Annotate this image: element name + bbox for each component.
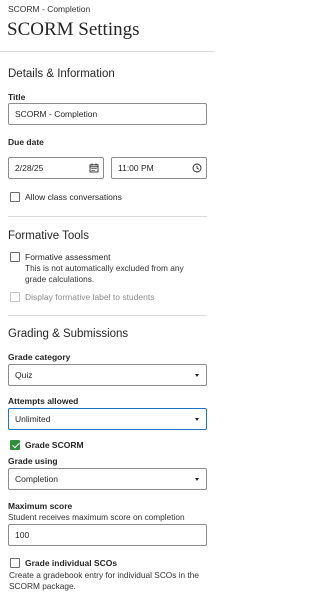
due-date-value: 2/28/25 xyxy=(15,163,44,173)
display-formative-label: Display formative label to students xyxy=(25,292,155,302)
grade-using-label: Grade using xyxy=(8,456,58,466)
attempts-allowed-select[interactable]: Unlimited xyxy=(8,408,207,430)
display-formative-label-checkbox[interactable] xyxy=(10,292,20,302)
calendar-icon[interactable] xyxy=(85,158,103,178)
formative-assessment-hint: This is not automatically excluded from … xyxy=(25,263,184,284)
page-title: SCORM Settings xyxy=(7,19,140,40)
due-date-label: Due date xyxy=(8,137,44,147)
title-label: Title xyxy=(8,92,26,102)
clock-icon[interactable] xyxy=(188,158,206,178)
attempts-allowed-value: Unlimited xyxy=(15,414,51,424)
grade-scorm-checkbox[interactable] xyxy=(10,440,20,450)
chevron-down-icon xyxy=(188,365,206,385)
section-divider xyxy=(8,315,207,316)
due-time-input[interactable]: 11:00 PM xyxy=(111,157,207,179)
grade-using-select[interactable]: Completion xyxy=(8,468,207,490)
grade-using-value: Completion xyxy=(15,474,58,484)
max-score-hint: Student receives maximum score on comple… xyxy=(8,512,185,522)
section-title-formative: Formative Tools xyxy=(8,230,89,242)
due-time-value: 11:00 PM xyxy=(118,163,154,173)
grade-individual-scos-label: Grade individual SCOs xyxy=(25,558,118,568)
grade-category-select[interactable]: Quiz xyxy=(8,364,207,386)
title-input[interactable]: SCORM - Completion xyxy=(8,103,207,125)
attempts-allowed-label: Attempts allowed xyxy=(8,396,79,406)
formative-assessment-label: Formative assessment xyxy=(25,252,111,262)
grade-scorm-label: Grade SCORM xyxy=(25,440,84,450)
max-score-value: 100 xyxy=(15,530,30,540)
grade-individual-scos-checkbox[interactable] xyxy=(10,558,20,568)
grade-category-label: Grade category xyxy=(8,352,71,362)
due-date-input[interactable]: 2/28/25 xyxy=(8,157,104,179)
formative-assessment-checkbox[interactable] xyxy=(10,252,20,262)
section-title-grading: Grading & Submissions xyxy=(8,328,129,340)
grade-individual-scos-hint: Create a gradebook entry for individual … xyxy=(9,570,200,591)
max-score-label: Maximum score xyxy=(8,501,73,511)
grade-category-value: Quiz xyxy=(15,370,33,380)
section-title-details: Details & Information xyxy=(8,68,115,80)
title-input-value: SCORM - Completion xyxy=(15,109,98,119)
panel-header: SCORM - Completion SCORM Settings xyxy=(0,0,215,52)
allow-conversations-label: Allow class conversations xyxy=(25,192,122,202)
chevron-down-icon xyxy=(188,409,206,429)
section-divider xyxy=(8,216,207,217)
allow-conversations-checkbox[interactable] xyxy=(10,192,20,202)
breadcrumb[interactable]: SCORM - Completion xyxy=(8,4,90,14)
chevron-down-icon xyxy=(188,469,206,489)
max-score-input[interactable]: 100 xyxy=(8,524,207,546)
